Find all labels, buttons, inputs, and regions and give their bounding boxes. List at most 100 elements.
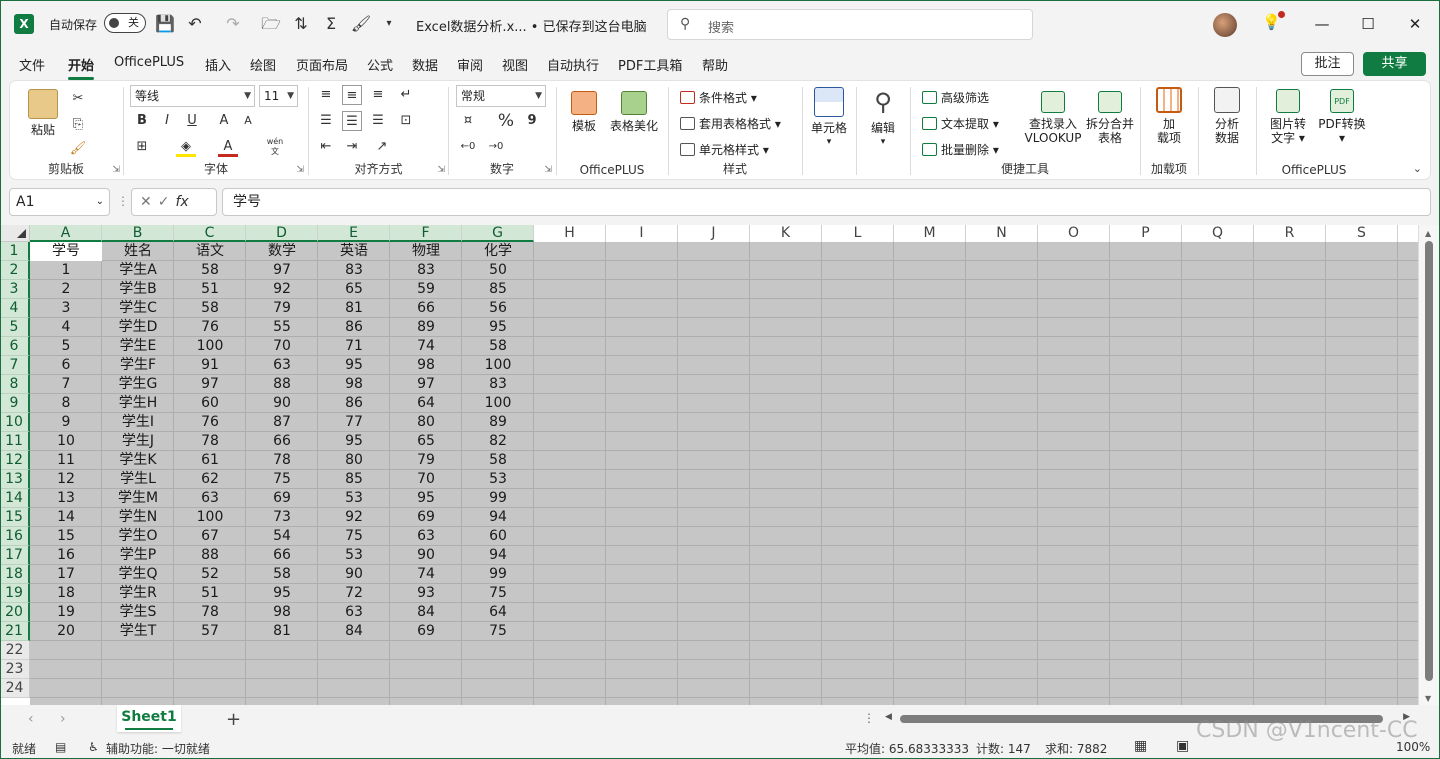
align-top-icon[interactable]: ≡: [316, 85, 336, 105]
table-cell[interactable]: 1: [30, 261, 102, 280]
table-cell[interactable]: 70: [390, 470, 462, 489]
table-cell[interactable]: 80: [390, 413, 462, 432]
table-cell[interactable]: 学生K: [102, 451, 174, 470]
table-cell[interactable]: 53: [318, 489, 390, 508]
column-header-l[interactable]: L: [822, 225, 894, 242]
table-cell[interactable]: 94: [462, 508, 534, 527]
row-header-1[interactable]: 1: [0, 242, 30, 261]
column-header-s[interactable]: S: [1326, 225, 1398, 242]
row-header-12[interactable]: 12: [0, 451, 30, 470]
cancel-icon[interactable]: ✕: [140, 194, 158, 210]
table-cell[interactable]: 51: [174, 584, 246, 603]
merge-center-icon[interactable]: ⊡: [396, 111, 416, 131]
column-header-g[interactable]: G: [462, 225, 534, 242]
table-cell[interactable]: 100: [462, 356, 534, 375]
column-header-q[interactable]: Q: [1182, 225, 1254, 242]
dialog-launcher-icon[interactable]: ⇲: [296, 165, 304, 175]
table-cell[interactable]: 78: [174, 603, 246, 622]
row-header-4[interactable]: 4: [0, 299, 30, 318]
table-cell[interactable]: 13: [30, 489, 102, 508]
dialog-launcher-icon[interactable]: ⇲: [544, 165, 552, 175]
maximize-icon[interactable]: ☐: [1356, 12, 1380, 36]
table-cell[interactable]: 学生O: [102, 527, 174, 546]
table-cell[interactable]: 64: [390, 394, 462, 413]
image-to-text-button[interactable]: 图片转 文字 ▾: [1264, 89, 1312, 145]
row-header-13[interactable]: 13: [0, 470, 30, 489]
column-header-b[interactable]: B: [102, 225, 174, 242]
menu-home[interactable]: 开始: [68, 55, 95, 80]
page-layout-icon[interactable]: ▣: [1176, 738, 1189, 754]
sheet-tab[interactable]: Sheet1: [117, 705, 181, 732]
row-header-16[interactable]: 16: [0, 527, 30, 546]
dialog-launcher-icon[interactable]: ⇲: [437, 165, 445, 175]
document-title[interactable]: Excel数据分析.x... • 已保存到这台电脑: [416, 16, 647, 35]
table-cell[interactable]: 95: [318, 432, 390, 451]
table-cell[interactable]: 15: [30, 527, 102, 546]
scroll-left-icon[interactable]: ◀: [885, 712, 892, 722]
align-bottom-icon[interactable]: ≡: [368, 85, 388, 105]
table-cell[interactable]: 58: [174, 261, 246, 280]
table-cell[interactable]: 20: [30, 622, 102, 641]
table-cell[interactable]: 75: [318, 527, 390, 546]
table-cell[interactable]: 51: [174, 280, 246, 299]
select-all-button[interactable]: [0, 225, 30, 242]
customize-qat-icon[interactable]: ▾: [378, 13, 400, 35]
text-extract-button[interactable]: 文本提取 ▾: [922, 115, 999, 132]
split-merge-button[interactable]: 拆分合并 表格: [1082, 91, 1138, 145]
table-cell[interactable]: 99: [462, 565, 534, 584]
border-icon[interactable]: ⊞: [132, 137, 152, 157]
table-cell[interactable]: 17: [30, 565, 102, 584]
table-cell[interactable]: 95: [390, 489, 462, 508]
macro-record-icon[interactable]: ▤: [55, 740, 66, 754]
table-cell[interactable]: 12: [30, 470, 102, 489]
table-cell[interactable]: 74: [390, 565, 462, 584]
table-cell[interactable]: 53: [462, 470, 534, 489]
table-cell[interactable]: 100: [174, 508, 246, 527]
menu-page-layout[interactable]: 页面布局: [296, 55, 348, 74]
column-header-n[interactable]: N: [966, 225, 1038, 242]
addins-button[interactable]: 加载项: [1150, 87, 1188, 145]
table-cell[interactable]: 4: [30, 318, 102, 337]
paste-button[interactable]: 粘贴: [24, 89, 62, 137]
table-cell[interactable]: 69: [246, 489, 318, 508]
font-shrink-button[interactable]: A: [238, 111, 258, 131]
table-cell[interactable]: 学生J: [102, 432, 174, 451]
column-header-i[interactable]: I: [606, 225, 678, 242]
table-cell[interactable]: 学生B: [102, 280, 174, 299]
table-cell[interactable]: 93: [390, 584, 462, 603]
format-painter-icon[interactable]: 🖌: [68, 139, 88, 159]
column-header-p[interactable]: P: [1110, 225, 1182, 242]
table-cell[interactable]: 97: [246, 261, 318, 280]
table-cell[interactable]: 92: [246, 280, 318, 299]
table-cell[interactable]: 78: [246, 451, 318, 470]
table-cell[interactable]: 99: [462, 489, 534, 508]
table-cell[interactable]: 90: [390, 546, 462, 565]
number-format-dropdown[interactable]: 常规 ▼: [456, 85, 546, 107]
table-cell[interactable]: 88: [246, 375, 318, 394]
vertical-scroll-thumb[interactable]: [1425, 241, 1433, 681]
row-header-8[interactable]: 8: [0, 375, 30, 394]
scroll-down-icon[interactable]: ▼: [1425, 694, 1431, 703]
row-header-22[interactable]: 22: [0, 641, 30, 660]
comment-button[interactable]: 批注: [1301, 52, 1354, 76]
table-cell[interactable]: 9: [30, 413, 102, 432]
table-cell[interactable]: 63: [390, 527, 462, 546]
table-cell[interactable]: 92: [318, 508, 390, 527]
beautify-button[interactable]: 表格美化: [608, 91, 660, 133]
table-cell[interactable]: 98: [390, 356, 462, 375]
template-button[interactable]: 模板: [566, 91, 602, 133]
table-cell[interactable]: 78: [174, 432, 246, 451]
table-cell[interactable]: 90: [318, 565, 390, 584]
table-cell[interactable]: 学生A: [102, 261, 174, 280]
table-cell[interactable]: 88: [174, 546, 246, 565]
table-cell[interactable]: 79: [246, 299, 318, 318]
percent-button[interactable]: %: [496, 111, 516, 131]
table-cell[interactable]: 66: [246, 546, 318, 565]
column-header-c[interactable]: C: [174, 225, 246, 242]
currency-icon[interactable]: ¤: [458, 111, 478, 131]
table-cell[interactable]: 学生F: [102, 356, 174, 375]
row-header-18[interactable]: 18: [0, 565, 30, 584]
menu-draw[interactable]: 绘图: [250, 55, 276, 74]
table-cell[interactable]: 18: [30, 584, 102, 603]
increase-indent-icon[interactable]: ⇥: [342, 137, 362, 157]
